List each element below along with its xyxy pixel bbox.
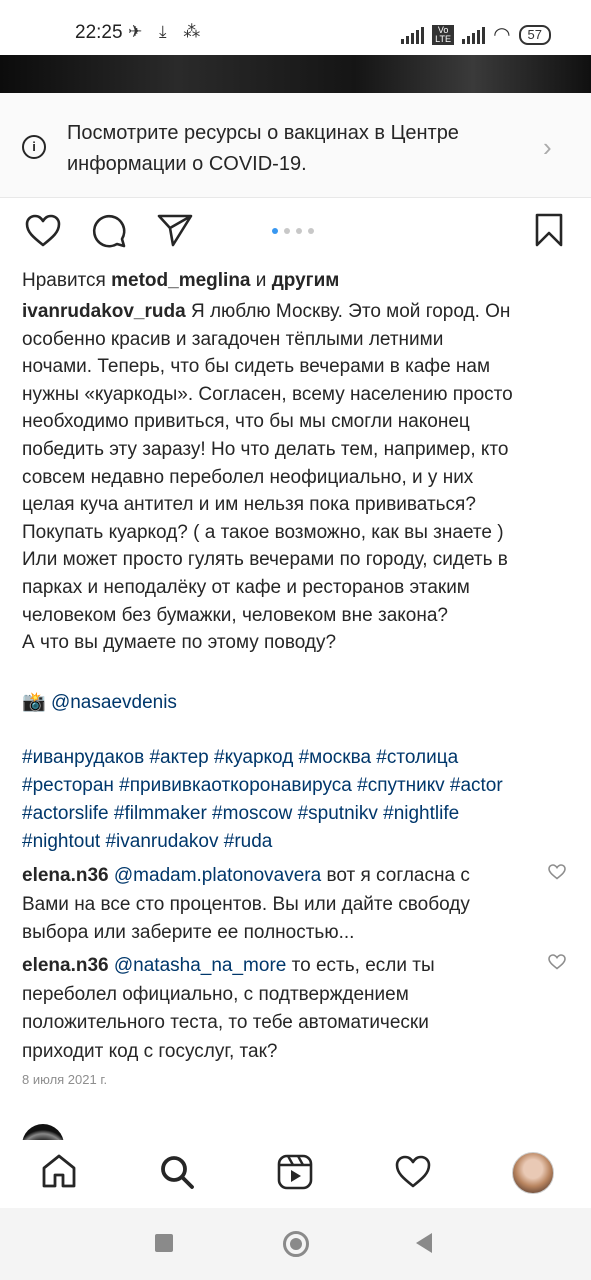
photo-credit-line: 📸 @nasaevdenis xyxy=(22,689,177,716)
home-icon[interactable] xyxy=(41,1153,77,1189)
covid-banner-text: Посмотрите ресурсы о вакцинах в Центре и… xyxy=(67,122,459,175)
liker-username[interactable]: metod_meglina xyxy=(111,270,250,291)
carousel-dot xyxy=(284,228,290,234)
status-time: 22:25 xyxy=(75,22,123,43)
comment-mention[interactable]: @natasha_na_more xyxy=(114,955,286,976)
carousel-indicator xyxy=(272,228,314,234)
hashtag-line[interactable]: #nightout #ivanrudakov #ruda xyxy=(22,828,577,856)
photo-credit-mention[interactable]: @nasaevdenis xyxy=(51,692,177,713)
camera-icon: 📸 xyxy=(22,692,46,713)
likes-prefix: Нравится xyxy=(22,270,106,291)
battery-icon: 57 xyxy=(518,24,551,45)
like-heart-icon[interactable] xyxy=(25,214,61,248)
chevron-right-icon: › xyxy=(543,132,552,162)
comment-username[interactable]: elena.n36 xyxy=(22,955,109,976)
comment-text-cont: переболел официально, с подтверждением п… xyxy=(22,983,429,1062)
share-send-icon[interactable] xyxy=(157,213,193,247)
signal-icon xyxy=(401,26,425,44)
comment: elena.n36 @madam.platonovavera вот я сог… xyxy=(22,862,522,948)
comment-like-heart-icon[interactable] xyxy=(548,954,566,970)
back-button[interactable] xyxy=(416,1233,432,1253)
comment-text: то есть, если ты xyxy=(286,955,435,976)
carousel-dot xyxy=(296,228,302,234)
recents-button[interactable] xyxy=(155,1234,173,1252)
hashtag-line[interactable]: #иванрудаков #актер #куаркод #москва #ст… xyxy=(22,744,577,772)
hashtag-line[interactable]: #actorslife #filmmaker #moscow #sputnikv… xyxy=(22,800,577,828)
comment-text: вот я согласна с xyxy=(321,865,470,886)
status-notification-icons: ✈ ⤓ ⁂ xyxy=(128,22,207,41)
save-bookmark-icon[interactable] xyxy=(534,213,564,247)
profile-avatar[interactable] xyxy=(512,1152,554,1194)
post-date: 8 июля 2021 г. xyxy=(22,1072,108,1087)
status-right-icons: Vo LTE ◠ 57 xyxy=(401,22,551,47)
comment-text-cont: Вами на все сто процентов. Вы или дайте … xyxy=(22,893,470,944)
comment-username[interactable]: elena.n36 xyxy=(22,865,109,886)
search-icon[interactable] xyxy=(159,1154,195,1190)
signal-icon-2 xyxy=(462,26,486,44)
reels-icon[interactable] xyxy=(277,1154,313,1190)
lte-badge: Vo LTE xyxy=(432,24,455,45)
info-icon: i xyxy=(22,135,46,159)
carousel-dot xyxy=(308,228,314,234)
hashtag-line[interactable]: #ресторан #прививкаоткоронавируса #спутн… xyxy=(22,772,577,800)
likes-connector: и xyxy=(255,270,267,291)
home-button[interactable] xyxy=(283,1231,309,1257)
comment-like-heart-icon[interactable] xyxy=(548,864,566,880)
activity-heart-icon[interactable] xyxy=(395,1155,431,1189)
post-media-bottom[interactable] xyxy=(0,55,591,93)
likes-line[interactable]: Нравится metod_meglina и другим xyxy=(22,268,339,294)
carousel-dot xyxy=(272,228,278,234)
bottom-nav xyxy=(0,1140,591,1208)
wifi-icon: ◠ xyxy=(493,24,511,46)
post-caption: ivanrudakov_ruda Я люблю Москву. Это мой… xyxy=(22,298,572,657)
hashtags-block: #иванрудаков #актер #куаркод #москва #ст… xyxy=(22,744,577,856)
caption-text: Я люблю Москву. Это мой город. Он особен… xyxy=(22,301,513,654)
post-author-username[interactable]: ivanrudakov_ruda xyxy=(22,301,186,322)
likes-others[interactable]: другим xyxy=(272,270,340,291)
comment-icon[interactable] xyxy=(91,213,127,249)
comment-mention[interactable]: @madam.platonovavera xyxy=(114,865,321,886)
comment: elena.n36 @natasha_na_more то есть, если… xyxy=(22,952,522,1066)
